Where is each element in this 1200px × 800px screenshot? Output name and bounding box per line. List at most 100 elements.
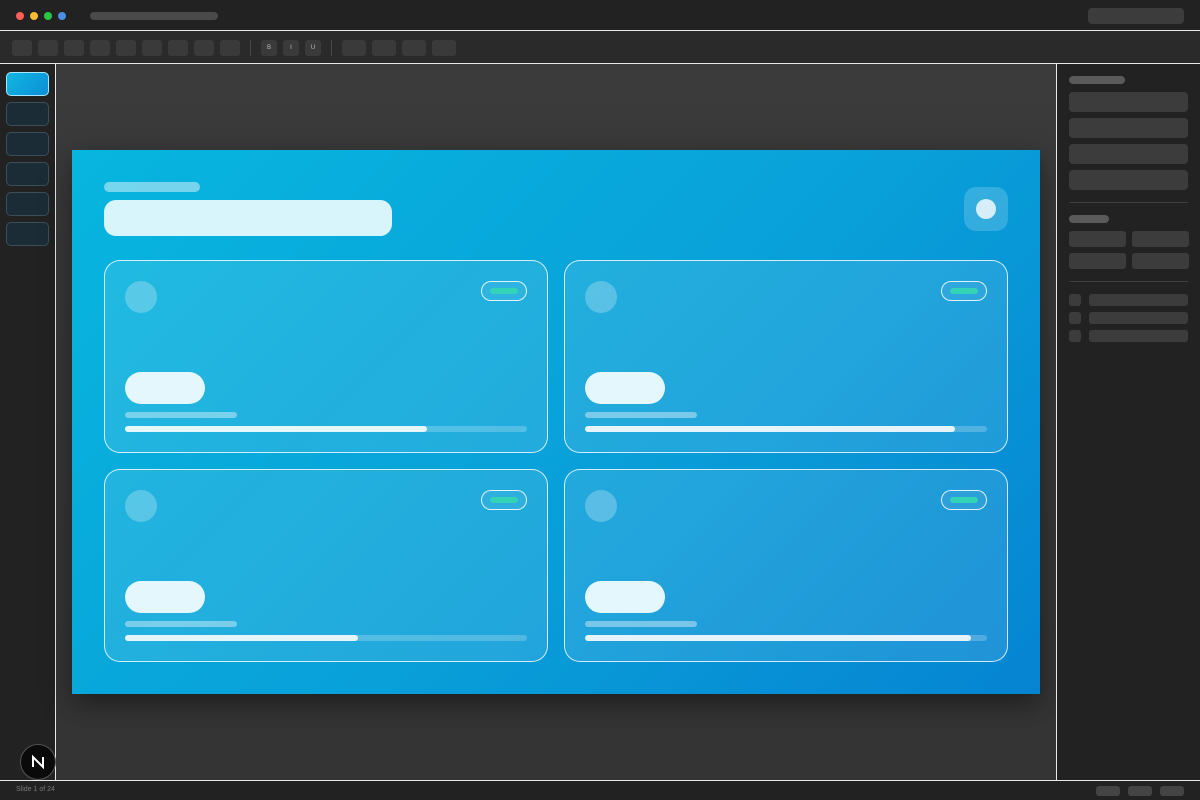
card-value xyxy=(125,581,205,613)
toolbar-button-4[interactable] xyxy=(90,40,110,56)
progress-track xyxy=(125,635,527,641)
n-logo-icon[interactable] xyxy=(20,744,56,780)
progress-track xyxy=(125,426,527,432)
toolbar-divider xyxy=(331,40,332,56)
property-field[interactable] xyxy=(1069,92,1188,112)
status-badge xyxy=(941,281,987,301)
slide-thumbnail-4[interactable] xyxy=(6,162,49,186)
panel-divider xyxy=(1069,281,1188,282)
card-value xyxy=(585,581,665,613)
status-badge-fill xyxy=(490,288,518,294)
status-bar: Slide 1 of 24 xyxy=(0,780,1200,800)
progress-bar xyxy=(585,635,971,641)
maximize-window-button[interactable] xyxy=(44,12,52,20)
option-label xyxy=(1089,312,1188,324)
slide-counter: Slide 1 of 24 xyxy=(16,786,55,793)
statusbar-button-2[interactable] xyxy=(1128,786,1152,796)
panel-heading xyxy=(1069,215,1109,223)
slide-title[interactable] xyxy=(104,200,392,236)
italic-icon: I xyxy=(290,45,292,51)
slide-thumbnail-1[interactable] xyxy=(6,72,49,96)
underline-button[interactable]: U xyxy=(305,40,321,56)
option-checkbox[interactable] xyxy=(1069,330,1081,342)
document-title xyxy=(90,12,218,20)
toolbar-button-3[interactable] xyxy=(64,40,84,56)
property-field[interactable] xyxy=(1069,170,1188,190)
toolbar-button-12[interactable] xyxy=(402,40,426,56)
slide-thumbnail-5[interactable] xyxy=(6,192,49,216)
slide-thumbnail-2[interactable] xyxy=(6,102,49,126)
option-checkbox[interactable] xyxy=(1069,294,1081,306)
property-field-small[interactable] xyxy=(1132,253,1189,269)
slide-thumbnail-3[interactable] xyxy=(6,132,49,156)
card-caption xyxy=(585,412,697,418)
toolbar-button-6[interactable] xyxy=(142,40,162,56)
bold-button[interactable]: B xyxy=(261,40,277,56)
option-checkbox[interactable] xyxy=(1069,312,1081,324)
italic-button[interactable]: I xyxy=(283,40,299,56)
option-label xyxy=(1089,330,1188,342)
toolbar-button-10[interactable] xyxy=(342,40,366,56)
status-badge xyxy=(481,281,527,301)
toolbar: B I U xyxy=(0,32,1200,64)
metric-card[interactable] xyxy=(104,260,548,453)
progress-bar xyxy=(125,426,427,432)
presentation-editor: B I U Slide 1 of 24 xyxy=(0,0,1200,800)
slide-thumbnail-list xyxy=(0,64,56,780)
progress-bar xyxy=(125,635,359,641)
panel-heading xyxy=(1069,76,1125,84)
metric-card[interactable] xyxy=(104,469,548,662)
slide[interactable] xyxy=(72,150,1040,694)
status-badge xyxy=(941,490,987,510)
underline-icon: U xyxy=(310,45,316,51)
progress-track xyxy=(585,426,987,432)
card-icon xyxy=(585,281,617,313)
bold-icon: B xyxy=(266,45,271,51)
metric-card[interactable] xyxy=(564,469,1008,662)
status-badge-fill xyxy=(490,497,518,503)
statusbar-button-1[interactable] xyxy=(1096,786,1120,796)
card-caption xyxy=(125,412,237,418)
status-badge-fill xyxy=(950,288,978,294)
n-logo-glyph xyxy=(32,754,44,770)
toolbar-button-2[interactable] xyxy=(38,40,58,56)
card-caption xyxy=(125,621,237,627)
properties-panel xyxy=(1056,64,1200,780)
property-field-small[interactable] xyxy=(1069,253,1126,269)
statusbar-button-3[interactable] xyxy=(1160,786,1184,796)
card-caption xyxy=(585,621,697,627)
status-badge-fill xyxy=(950,497,978,503)
metric-card[interactable] xyxy=(564,260,1008,453)
property-field[interactable] xyxy=(1069,144,1188,164)
card-icon xyxy=(125,281,157,313)
slide-corner-icon xyxy=(964,187,1008,231)
titlebar-action-button[interactable] xyxy=(1088,8,1184,24)
slide-kicker xyxy=(104,182,200,192)
panel-divider xyxy=(1069,202,1188,203)
toolbar-button-1[interactable] xyxy=(12,40,32,56)
card-value xyxy=(585,372,665,404)
status-badge xyxy=(481,490,527,510)
circle-icon xyxy=(976,199,996,219)
progress-track xyxy=(585,635,987,641)
card-icon xyxy=(585,490,617,522)
toolbar-button-9[interactable] xyxy=(220,40,240,56)
progress-bar xyxy=(585,426,955,432)
card-icon xyxy=(125,490,157,522)
slide-thumbnail-6[interactable] xyxy=(6,222,49,246)
property-field[interactable] xyxy=(1069,118,1188,138)
property-field-small[interactable] xyxy=(1132,231,1189,247)
property-field-small[interactable] xyxy=(1069,231,1126,247)
slide-canvas xyxy=(56,64,1056,780)
toolbar-button-13[interactable] xyxy=(432,40,456,56)
toolbar-button-8[interactable] xyxy=(194,40,214,56)
toolbar-divider xyxy=(250,40,251,56)
toolbar-button-5[interactable] xyxy=(116,40,136,56)
close-window-button[interactable] xyxy=(16,12,24,20)
title-bar xyxy=(0,0,1200,31)
toolbar-button-11[interactable] xyxy=(372,40,396,56)
window-menu-button[interactable] xyxy=(58,12,66,20)
toolbar-button-7[interactable] xyxy=(168,40,188,56)
minimize-window-button[interactable] xyxy=(30,12,38,20)
option-label xyxy=(1089,294,1188,306)
